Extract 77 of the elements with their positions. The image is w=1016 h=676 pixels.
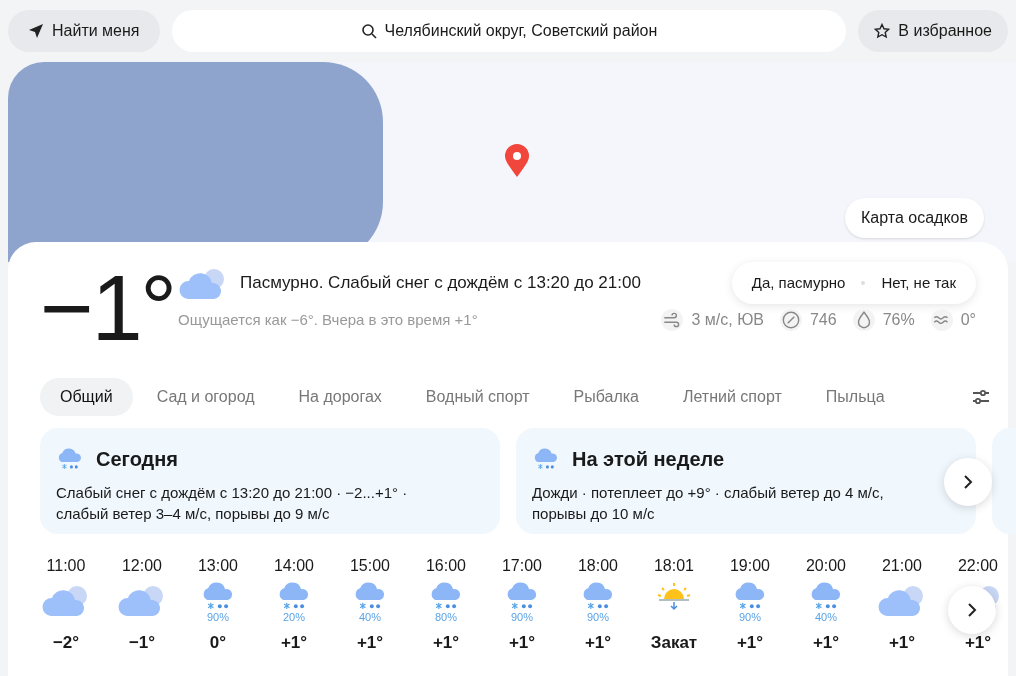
- hour-time: 13:00: [197, 556, 238, 576]
- search-field[interactable]: Челябинский округ, Советский район: [171, 10, 847, 52]
- precipitation-chance: 90%: [739, 610, 761, 623]
- summary-card[interactable]: Сегодня Слабый снег с дождём с 13:20 до 21:00 · −2...+1° · слабый ветер 3–4 м/с, порывы до 9 м/с: [40, 428, 500, 534]
- hour-temperature: Закат: [650, 632, 698, 654]
- detail-value: 746: [809, 310, 837, 330]
- detail-value: 76%: [882, 310, 915, 330]
- feedback-button[interactable]: Нет, не так: [869, 271, 968, 295]
- hour-time: 14:00: [273, 556, 314, 576]
- detail-value: 0°: [960, 310, 976, 330]
- navigation-arrow-icon: [28, 23, 44, 39]
- precipitation-chance: 90%: [587, 610, 609, 623]
- precipitation-chance: 40%: [815, 610, 837, 623]
- hour-time: 21:00: [881, 556, 922, 576]
- next-button[interactable]: [948, 586, 996, 634]
- hour-time: 18:00: [577, 556, 618, 576]
- precipitation-map-button[interactable]: Карта осадков: [845, 198, 984, 238]
- chevron-right-icon: [966, 602, 978, 618]
- hour-time: 12:00: [121, 556, 162, 576]
- hour-temperature: +1°: [280, 632, 308, 654]
- feedback-button[interactable]: Да, пасмурно: [739, 271, 858, 295]
- hour-temperature: +1°: [508, 632, 536, 654]
- precipitation-chance: 80%: [435, 610, 457, 623]
- hour-temperature: +1°: [736, 632, 764, 654]
- precipitation-chance: 40%: [359, 610, 381, 623]
- summary-title: Сегодня: [96, 447, 179, 472]
- waves-icon: [930, 309, 953, 331]
- summary-text: Слабый снег с дождём с 13:20 до 21:00 · −2...+1° · слабый ветер 3–4 м/с, порывы до 9 м/с: [56, 483, 409, 524]
- hour-temperature: 0°: [209, 632, 227, 654]
- hour-time: 17:00: [501, 556, 542, 576]
- hour-time: 22:00: [957, 556, 998, 576]
- hour-time: 20:00: [805, 556, 846, 576]
- next-button[interactable]: [944, 458, 992, 506]
- hour-temperature: +1°: [584, 632, 612, 654]
- location-pin-icon: [504, 144, 530, 178]
- category-tab[interactable]: Общий: [40, 378, 133, 416]
- precipitation-chance: 90%: [207, 610, 229, 623]
- summary-title: На этой неделе: [572, 447, 725, 472]
- summary-text: Дожди · потеплеет до +9° · слабый ветер до 4 м/с, порывы до 10 м/с: [532, 483, 885, 524]
- current-temperature: −1°: [40, 262, 170, 354]
- wind-icon: [661, 309, 684, 331]
- category-tab[interactable]: Водный спорт: [405, 378, 550, 416]
- precipitation-chance: 20%: [283, 610, 305, 623]
- feels-like-text: Ощущается как −6°. Вчера в это время +1°: [178, 309, 478, 330]
- hour-temperature: +1°: [812, 632, 840, 654]
- favorite-button[interactable]: В избранное: [858, 10, 1008, 52]
- category-tab[interactable]: Пыльца: [805, 378, 905, 416]
- precipitation-chance: 90%: [511, 610, 533, 623]
- hour-time: 19:00: [729, 556, 770, 576]
- search-icon: [360, 23, 377, 39]
- detail-value: 3 м/с, ЮВ: [691, 310, 764, 330]
- hour-temperature: +1°: [888, 632, 916, 654]
- hour-temperature: −1°: [128, 632, 156, 654]
- category-tab[interactable]: На дорогах: [278, 378, 402, 416]
- sunset-icon: [656, 582, 692, 612]
- snow-rain-icon: [56, 447, 84, 471]
- chevron-right-icon: [962, 474, 974, 490]
- hour-time: 18:01: [653, 556, 694, 576]
- hour-time: 15:00: [349, 556, 390, 576]
- summary-card[interactable]: На этой неделе Дожди · потеплеет до +9° · слабый ветер до 4 м/с, порывы до 10 м/с: [516, 428, 976, 534]
- condition-text: Пасмурно. Слабый снег с дождём с 13:20 до 21:00: [240, 272, 641, 295]
- star-icon: [874, 23, 891, 39]
- search-value: Челябинский округ, Советский район: [384, 21, 658, 41]
- precipitation-map[interactable]: Карта осадков: [8, 62, 1016, 262]
- category-tab[interactable]: Сад и огород: [136, 378, 275, 416]
- hour-temperature: −2°: [52, 632, 80, 654]
- locate-button[interactable]: Найти меня: [8, 10, 160, 52]
- hour-temperature: +1°: [432, 632, 460, 654]
- drop-icon: [852, 309, 875, 331]
- hour-time: 16:00: [425, 556, 466, 576]
- gauge-icon: [779, 309, 802, 331]
- category-tab[interactable]: Рыбалка: [553, 378, 659, 416]
- snow-rain-icon: [532, 447, 560, 471]
- category-tab[interactable]: Летний спорт: [663, 378, 802, 416]
- hour-temperature: +1°: [964, 632, 992, 654]
- hour-temperature: +1°: [356, 632, 384, 654]
- hour-time: 11:00: [46, 556, 86, 576]
